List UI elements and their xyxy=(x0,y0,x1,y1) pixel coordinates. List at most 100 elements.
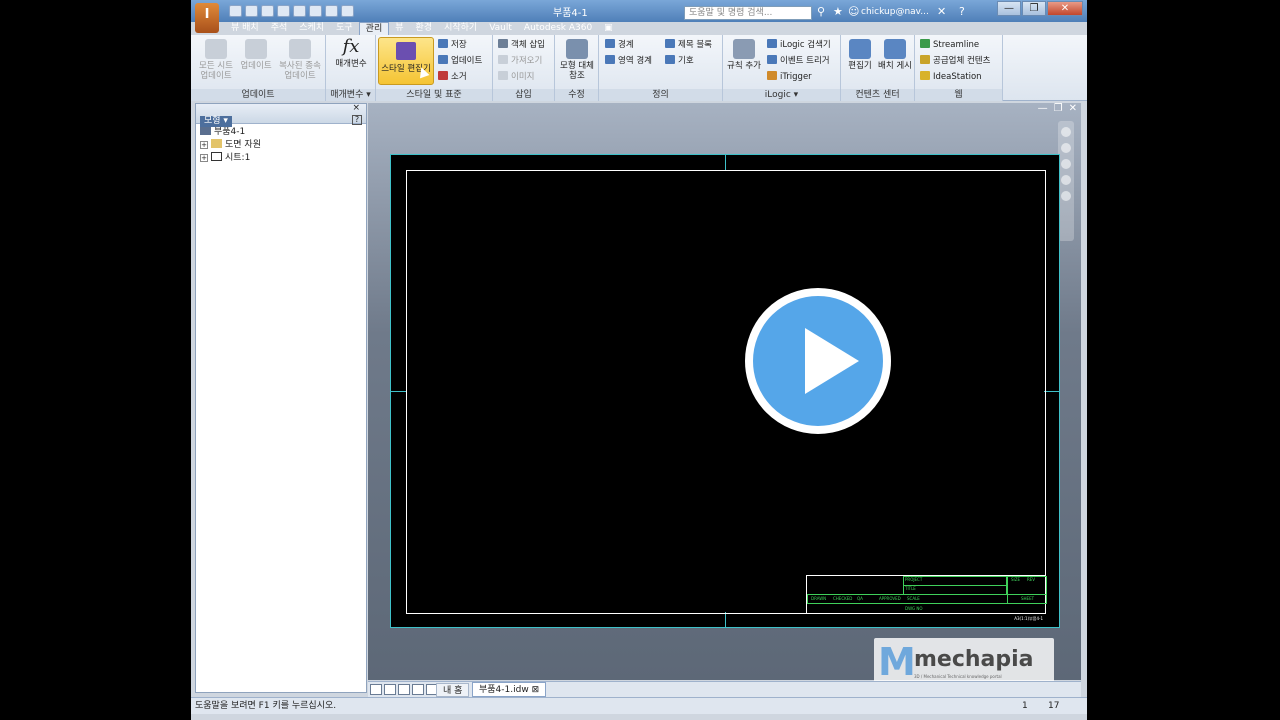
user-icon[interactable]: ☺ xyxy=(848,6,859,18)
image-button[interactable]: 이미지 xyxy=(498,71,534,83)
binoculars-icon[interactable]: ⚲ xyxy=(817,6,825,18)
rule-icon xyxy=(733,39,755,59)
steering-wheel-icon[interactable] xyxy=(1061,127,1071,137)
tab-7[interactable]: 시작하기 xyxy=(438,22,483,35)
style-editor-button[interactable]: 스타일 편집기 xyxy=(378,37,434,85)
replace-model-reference-button[interactable]: 모형 대체 참조 xyxy=(557,39,597,81)
update-all-sheets-button[interactable]: 모든 시트 업데이트 xyxy=(195,39,237,81)
user-account[interactable]: chickup@nav... xyxy=(861,7,929,17)
style-save-button[interactable]: 저장 xyxy=(438,39,467,51)
tab-4[interactable]: 관리 xyxy=(358,22,390,35)
style-update-button[interactable]: 업데이트 xyxy=(438,55,482,67)
close-button[interactable]: ✕ xyxy=(1047,1,1083,16)
ilogic-group: 규칙 추가 iLogic 검색기 이벤트 트리거 iTrigger iLogic… xyxy=(723,35,841,101)
cc-editor-button[interactable]: 편집기 xyxy=(843,39,877,71)
ilogic-browser-label: iLogic 검색기 xyxy=(780,40,831,50)
pan-icon[interactable] xyxy=(1061,143,1071,153)
add-rule-button[interactable]: 규칙 추가 xyxy=(725,39,763,71)
tb-text-drawn: DRAWN xyxy=(811,596,827,601)
itrigger-button[interactable]: iTrigger xyxy=(767,71,812,83)
browser-close-icon[interactable]: × xyxy=(352,104,360,113)
graphics-window[interactable]: — ❐ ✕ PROJECT TITLE DRAWN CHECKED QA APP… xyxy=(368,103,1081,686)
application-menu-button[interactable]: I xyxy=(195,3,219,33)
update-button[interactable]: 업데이트 xyxy=(237,39,275,71)
split-icon[interactable] xyxy=(412,684,424,695)
streamline-button[interactable]: Streamline xyxy=(920,39,979,51)
insert-object-button[interactable]: 객체 삽입 xyxy=(498,39,545,51)
exchange-icon[interactable]: ✕ xyxy=(937,6,946,18)
tab-8[interactable]: Vault xyxy=(483,22,518,35)
minimize-button[interactable]: — xyxy=(997,1,1021,16)
open-icon[interactable] xyxy=(245,5,258,17)
tab-9[interactable]: Autodesk A360 xyxy=(518,22,598,35)
zone-border-button[interactable]: 영역 경계 xyxy=(605,55,652,67)
event-trigger-button[interactable]: 이벤트 트리거 xyxy=(767,55,830,67)
folder-icon xyxy=(211,139,222,148)
tab-close-icon[interactable]: ⊠ xyxy=(532,685,540,695)
update-all-icon xyxy=(205,39,227,59)
print-icon[interactable] xyxy=(325,5,338,17)
play-icon xyxy=(805,328,859,394)
replace-model-label: 모형 대체 참조 xyxy=(560,61,594,81)
zoom-icon[interactable] xyxy=(1061,159,1071,169)
ilogic-group-label[interactable]: iLogic ▾ xyxy=(723,89,840,101)
title-block-button[interactable]: 제목 블록 xyxy=(665,39,712,51)
tab-2[interactable]: 스케치 xyxy=(293,22,330,35)
expand-icon[interactable]: + xyxy=(200,154,208,162)
parameters-button[interactable]: fx 매개변수 xyxy=(330,37,372,70)
home-icon[interactable] xyxy=(309,5,322,17)
tree-item-root[interactable]: 부품4-1 xyxy=(200,126,362,139)
mdi-minimize-button[interactable]: — xyxy=(1038,103,1048,114)
orbit-icon[interactable] xyxy=(1061,175,1071,185)
browser-help-icon[interactable]: ? xyxy=(352,115,362,125)
help-icon[interactable]: ? xyxy=(959,6,965,18)
tab-1[interactable]: 주석 xyxy=(265,22,294,35)
supplier-content-icon xyxy=(920,55,930,64)
supplier-content-label: 공급업체 컨텐츠 xyxy=(933,56,991,66)
update-copied-button[interactable]: 복사된 종속 업데이트 xyxy=(277,39,323,81)
tile-icon[interactable] xyxy=(370,684,382,695)
arrange-icon[interactable] xyxy=(398,684,410,695)
import-button[interactable]: 가져오기 xyxy=(498,55,542,67)
mdi-restore-button[interactable]: ❐ xyxy=(1054,103,1063,114)
help-search-input[interactable]: 도움말 및 명령 검색... xyxy=(684,6,812,20)
ideastation-button[interactable]: IdeaStation xyxy=(920,71,982,83)
drawing-sheet[interactable]: PROJECT TITLE DRAWN CHECKED QA APPROVED … xyxy=(390,154,1060,628)
symbol-button[interactable]: 기호 xyxy=(665,55,694,67)
ilogic-browser-button[interactable]: iLogic 검색기 xyxy=(767,39,831,51)
insert-object-label: 객체 삽입 xyxy=(511,40,545,50)
browser-model-dropdown[interactable]: 모형 ▾ xyxy=(200,116,232,127)
tree-item-sheet[interactable]: + 시트:1 xyxy=(200,152,362,165)
import-icon xyxy=(498,55,508,64)
select-icon[interactable] xyxy=(341,5,354,17)
save-icon[interactable] xyxy=(261,5,274,17)
document-tab[interactable]: 부품4-1.idw ⊠ xyxy=(472,682,547,697)
batch-publish-button[interactable]: 배치 게시 xyxy=(877,39,913,71)
tab-0[interactable]: 뷰 배치 xyxy=(225,22,265,35)
expand-icon[interactable]: + xyxy=(200,141,208,149)
style-purge-button[interactable]: 소거 xyxy=(438,71,467,83)
mechapia-tagline: 3D / Mechanical Technical knowledge port… xyxy=(914,674,1002,679)
parameters-group-label[interactable]: 매개변수 ▾ xyxy=(326,89,375,101)
look-at-icon[interactable] xyxy=(1061,191,1071,201)
image-label: 이미지 xyxy=(511,72,535,82)
tab-3[interactable]: 도구 xyxy=(330,22,359,35)
tree-item-drawing-resources[interactable]: + 도면 자원 xyxy=(200,139,362,152)
my-home-tab[interactable]: 내 홈 xyxy=(436,683,470,697)
supplier-content-button[interactable]: 공급업체 컨텐츠 xyxy=(920,55,990,67)
undo-icon[interactable] xyxy=(277,5,290,17)
video-play-button[interactable] xyxy=(745,288,891,434)
mechapia-logo-text: mechapia xyxy=(914,647,1034,672)
tab-6[interactable]: 환경 xyxy=(410,22,439,35)
redo-icon[interactable] xyxy=(293,5,306,17)
mdi-close-button[interactable]: ✕ xyxy=(1069,103,1077,114)
new-icon[interactable] xyxy=(229,5,242,17)
status-bar: 도움말을 보려면 F1 키를 누르십시오. 1 17 xyxy=(191,697,1087,714)
border-button[interactable]: 경계 xyxy=(605,39,634,51)
star-icon[interactable]: ★ xyxy=(833,6,843,18)
restore-button[interactable]: ❐ xyxy=(1022,1,1046,16)
tab-5[interactable]: 뷰 xyxy=(389,22,409,35)
cascade-icon[interactable] xyxy=(384,684,396,695)
border-label: 경계 xyxy=(618,40,634,50)
camera-tab-icon[interactable]: ▣ xyxy=(598,22,619,35)
